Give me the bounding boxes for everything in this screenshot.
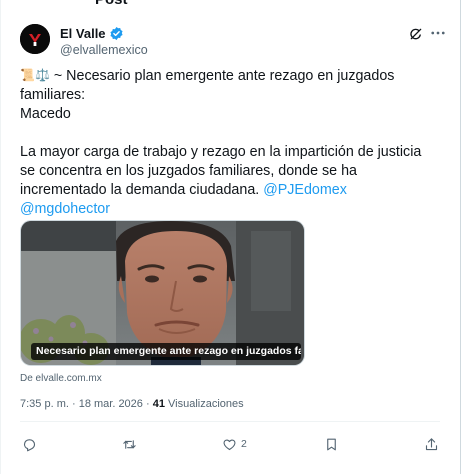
tweet-paragraph: La mayor carga de trabajo y rezago en la… [20,143,440,219]
card-source[interactable]: De elvalle.com.mx [20,373,102,384]
grok-icon[interactable] [408,26,424,42]
share-icon [425,437,438,450]
share-button[interactable] [424,435,439,453]
repost-button[interactable] [122,435,137,453]
card-caption: Necesario plan emergente ante rezago en … [31,343,301,360]
heart-icon [223,438,236,450]
views-count: 41 [152,398,165,410]
action-bar: 2 [22,435,442,453]
reply-button[interactable] [22,435,37,453]
more-options-icon[interactable] [429,25,447,41]
avatar[interactable]: Y [20,24,50,54]
tweet-line-2: Macedo [20,106,71,122]
link-card[interactable]: Necesario plan emergente ante rezago en … [20,220,305,366]
mention-mgdohector[interactable]: @mgdohector [20,201,110,217]
tweet-time[interactable]: 7:35 p. m. [20,398,69,410]
reply-icon [23,438,36,451]
repost-icon [123,439,136,449]
like-count: 2 [241,438,247,450]
like-button[interactable]: 2 [222,435,247,453]
mention-pjedomex[interactable]: @PJEdomex [263,182,347,198]
bookmark-button[interactable] [324,435,339,453]
bookmark-icon [327,438,336,450]
views-label: Visualizaciones [164,398,244,410]
tweet-body: La mayor carga de trabajo y rezago en la… [20,144,422,198]
author-names: El Valle @elvallemexico [60,24,148,58]
author-display-name[interactable]: El Valle [60,26,106,41]
scroll-scales-emoji: 📜⚖️ [20,68,50,82]
verified-badge-icon [109,26,123,40]
tweet-line-1: 📜⚖️ ~ Necesario plan emergente ante reza… [20,66,440,105]
meta-separator: · [142,398,153,410]
author-handle[interactable]: @elvallemexico [60,43,148,57]
tweet-date[interactable]: 18 mar. 2026 [79,398,143,410]
el-valle-logo-icon [20,24,50,54]
tweet-header: Y El Valle @elvallemexico [20,22,450,58]
meta-separator: · [68,398,79,410]
tweet-headline: ~ Necesario plan emergente ante rezago e… [20,68,395,103]
divider [20,421,440,422]
tweet-meta: 7:35 p. m. · 18 mar. 2026 · 41 Visualiza… [20,398,244,410]
